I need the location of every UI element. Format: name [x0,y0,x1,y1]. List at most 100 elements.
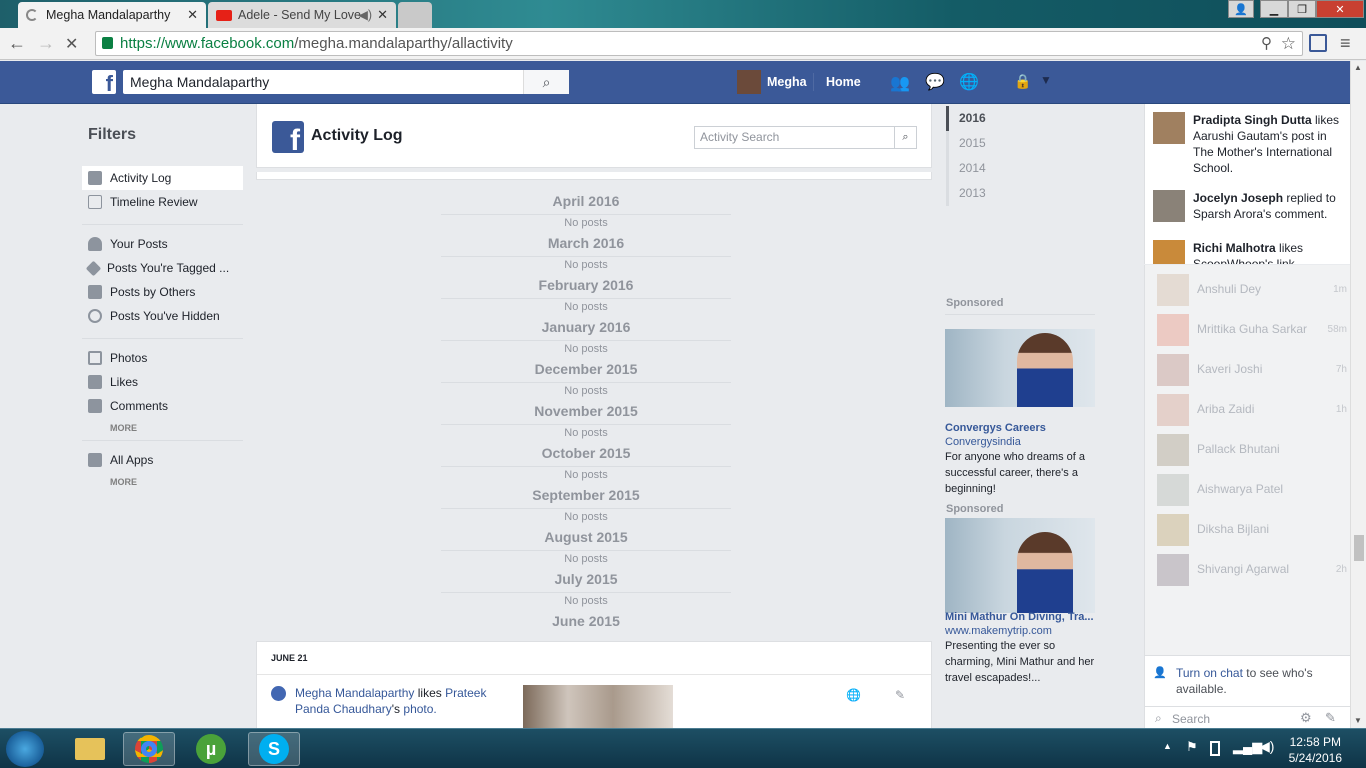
ad-title[interactable]: Convergys Careers [945,422,1046,434]
month-heading[interactable]: January 2016 [441,319,731,335]
month-heading[interactable]: June 2015 [441,613,731,629]
activity-search-input[interactable]: Activity Search ⌕ [694,126,917,149]
chat-contact[interactable]: Diksha Bijlani [1157,514,1347,546]
chrome-icon[interactable] [123,732,175,766]
filter-tagged[interactable]: Posts You're Tagged ... [82,256,243,280]
notifications-icon[interactable]: 🌐 [959,72,979,92]
more-link[interactable]: MORE [110,423,137,433]
facebook-logo-icon[interactable]: f [92,70,116,94]
filter-hidden[interactable]: Posts You've Hidden [82,304,243,328]
tab-adele[interactable]: Adele - Send My Love ◀) ✕ [208,2,396,28]
star-icon[interactable]: ☆ [1281,32,1296,55]
pencil-icon[interactable]: ✎ [895,688,905,702]
filter-posts-by-others[interactable]: Posts by Others [82,280,243,304]
close-icon[interactable]: ✕ [187,7,198,23]
profile-link[interactable]: Megha [767,75,807,89]
chat-search[interactable]: ⌕ Search ⚙ ✎ [1145,706,1351,730]
chat-contact[interactable]: Pallack Bhutani [1157,434,1347,466]
tab-megha[interactable]: Megha Mandalaparthy ✕ [18,2,206,28]
year-item[interactable]: 2014 [946,156,1126,181]
story-photo[interactable] [523,685,673,730]
minimize-button[interactable]: ▁ [1260,0,1288,18]
ad-sponsor[interactable]: www.makemytrip.com [945,625,1052,637]
key-icon[interactable]: ⚲ [1261,32,1272,55]
filter-all-apps[interactable]: All Apps [82,448,243,472]
filter-your-posts[interactable]: Your Posts [82,232,243,256]
privacy-icon[interactable]: 🔒 [1014,73,1031,90]
user-icon[interactable]: 👤 [1228,0,1254,18]
address-bar[interactable]: https://www.facebook.com/megha.mandalapa… [95,31,1303,56]
scroll-thumb[interactable] [1354,535,1364,561]
more-link[interactable]: MORE [110,477,137,487]
volume-icon[interactable]: ◀) [1259,738,1274,755]
back-icon[interactable]: ← [8,33,26,54]
ad-sponsor[interactable]: Convergysindia [945,436,1021,448]
filter-comments[interactable]: Comments [82,394,243,418]
chat-contact[interactable]: Mrittika Guha Sarkar 58m [1157,314,1347,346]
search-icon[interactable]: ⌕ [894,127,916,148]
filter-activity-log[interactable]: Activity Log [82,166,243,190]
scroll-down-icon[interactable]: ▼ [1354,716,1362,725]
compose-icon[interactable]: ✎ [1325,710,1336,726]
month-heading[interactable]: April 2016 [441,193,731,209]
close-icon[interactable]: ✕ [377,7,388,23]
chat-contact[interactable]: Aishwarya Patel [1157,474,1347,506]
fb-search-input[interactable]: Megha Mandalaparthy ⌕ [123,70,569,94]
flag-icon[interactable]: ⚑ [1186,739,1198,755]
explorer-icon[interactable] [64,732,116,766]
ticker-item[interactable]: Jocelyn Joseph replied to Sparsh Arora's… [1153,190,1348,230]
system-clock[interactable]: 12:58 PM 5/24/2016 [1289,734,1342,766]
close-window-button[interactable]: ✕ [1316,0,1364,18]
chat-contact[interactable]: Ariba Zaidi 1h [1157,394,1347,426]
forward-icon[interactable]: → [37,33,55,54]
menu-icon[interactable]: ≡ [1340,33,1351,54]
month-heading[interactable]: March 2016 [441,235,731,251]
chat-contact[interactable]: Shivangi Agarwal 2h [1157,554,1347,586]
chat-contact[interactable]: Anshuli Dey 1m [1157,274,1347,306]
globe-icon[interactable]: 🌐 [846,688,861,702]
turn-on-chat-link[interactable]: Turn on chat [1176,666,1243,680]
network-icon[interactable]: ▂▄▆ [1233,739,1262,755]
sponsored-label: Sponsored [946,297,1004,309]
extension-icon[interactable] [1309,34,1327,52]
filter-photos[interactable]: Photos [82,346,243,370]
ticker-item[interactable]: Richi Malhotra likes ScoopWhoop's link. [1153,240,1348,264]
avatar[interactable] [737,70,761,94]
chevron-down-icon[interactable]: ▼ [1040,73,1052,87]
year-item[interactable]: 2016 [946,106,1126,131]
ticker-item[interactable]: Pradipta Singh Dutta likes Aarushi Gauta… [1153,112,1348,182]
month-heading[interactable]: July 2015 [441,571,731,587]
maximize-button[interactable]: ❐ [1288,0,1316,18]
month-heading[interactable]: August 2015 [441,529,731,545]
home-link[interactable]: Home [826,75,861,89]
ad-title[interactable]: Mini Mathur On Diving, Tra... [945,611,1094,623]
month-heading[interactable]: October 2015 [441,445,731,461]
month-heading[interactable]: December 2015 [441,361,731,377]
filter-likes[interactable]: Likes [82,370,243,394]
month-heading[interactable]: February 2016 [441,277,731,293]
chat-contact[interactable]: Kaveri Joshi 7h [1157,354,1347,386]
month-heading[interactable]: November 2015 [441,403,731,419]
year-item[interactable]: 2013 [946,181,1126,206]
messages-icon[interactable]: 💬 [925,72,945,92]
ad-image[interactable] [945,329,1095,407]
year-item[interactable]: 2015 [946,131,1126,156]
actor-link[interactable]: Megha Mandalaparthy [295,686,414,700]
stop-icon[interactable]: ✕ [65,34,78,54]
skype-icon[interactable]: S [248,732,300,766]
page-scrollbar[interactable]: ▲ ▼ [1350,61,1366,729]
month-heading[interactable]: September 2015 [441,487,731,503]
utorrent-icon[interactable]: µ [185,732,237,766]
scroll-up-icon[interactable]: ▲ [1354,63,1362,72]
new-tab-button[interactable] [398,2,432,28]
start-button[interactable] [6,731,44,767]
tray-arrow-icon[interactable]: ▲ [1163,741,1172,751]
battery-icon[interactable] [1210,741,1220,756]
search-icon[interactable]: ⌕ [523,70,569,94]
photo-link[interactable]: photo. [403,702,436,716]
gear-icon[interactable]: ⚙ [1300,710,1312,726]
filter-timeline-review[interactable]: Timeline Review [82,190,243,214]
ad-image[interactable] [945,518,1095,613]
contact-time: 1h [1335,404,1347,415]
friend-requests-icon[interactable]: 👥 [890,73,910,93]
